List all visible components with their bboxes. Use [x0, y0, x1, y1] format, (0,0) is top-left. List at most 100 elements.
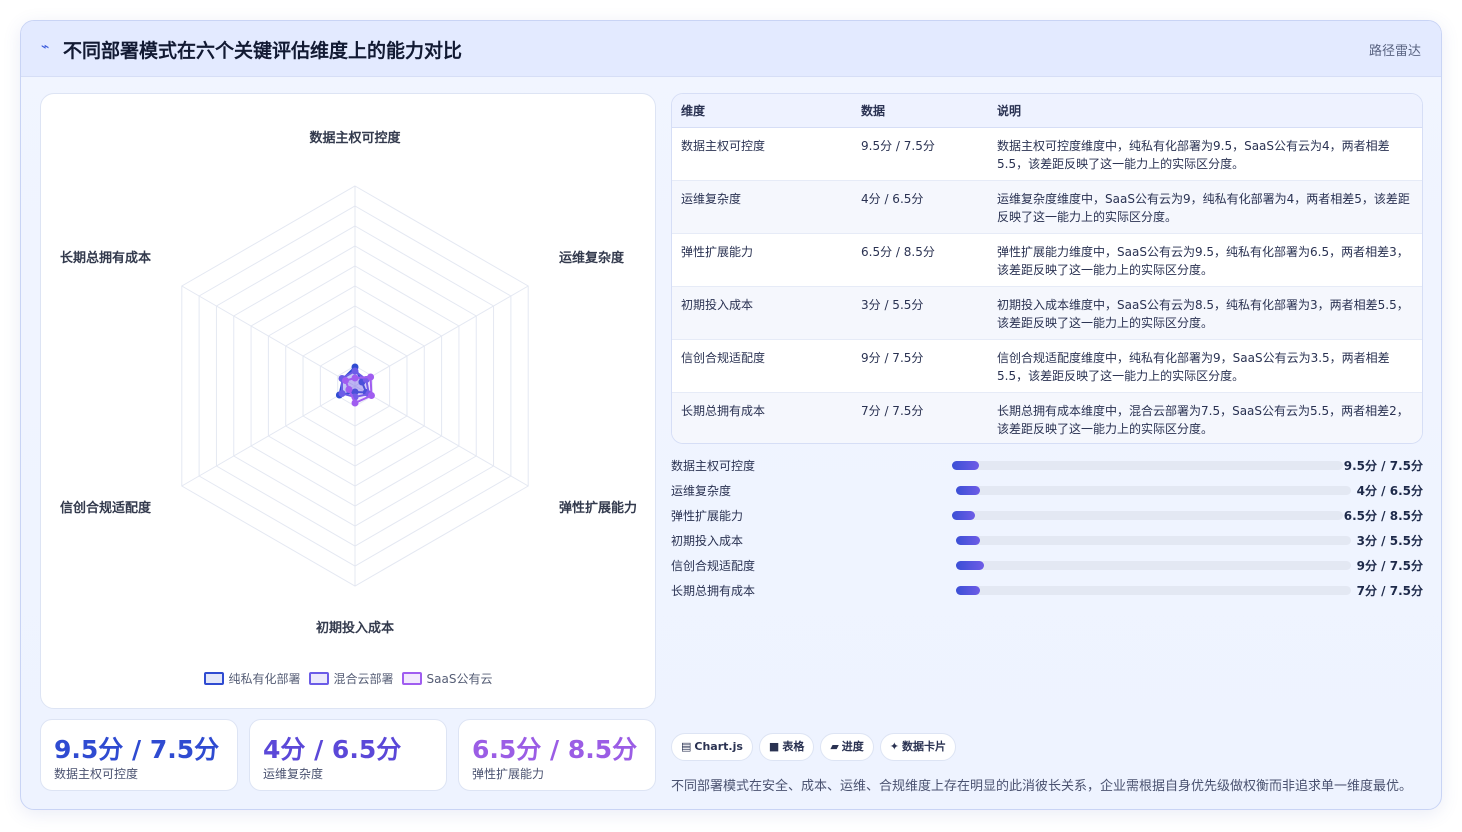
dimension-cell: 弹性扩展能力 — [672, 232, 852, 286]
description-cell: 数据主权可控度维度中，纯私有化部署为9.5，SaaS公有云为4，两者相差5.5，… — [988, 126, 1422, 180]
data-table-card: 维度 数据 说明 数据主权可控度 9.5分 / 7.5分 数据主权可控度维度中，纯私… — [671, 93, 1423, 444]
header-tag: 路径雷达 — [1368, 44, 1421, 59]
data-cell: 3分 / 5.5分 — [852, 285, 988, 339]
column-header: 维度 — [672, 94, 852, 128]
column-header: 数据 — [852, 94, 988, 128]
kpi-card: 6.5分 / 8.5分 弹性扩展能力 — [458, 719, 656, 791]
data-cell: 9分 / 7.5分 — [852, 338, 988, 392]
progress-fill — [956, 561, 984, 570]
page-title: 不同部署模式在六个关键评估维度上的能力对比 — [63, 40, 463, 62]
tech-chip: ▰ 进度 — [820, 733, 874, 761]
progress-row: 数据主权可控度 9.5分 / 7.5分 — [671, 455, 1423, 480]
description-cell: 运维复杂度维度中，SaaS公有云为9，纯私有化部署为4，两者相差5，该差距反映了… — [988, 179, 1422, 233]
progress-value: 9.5分 / 7.5分 — [1343, 459, 1423, 473]
legend-swatch — [401, 672, 422, 685]
table-row: 数据主权可控度 9.5分 / 7.5分 数据主权可控度维度中，纯私有化部署为9.5，… — [672, 126, 1422, 180]
table-icon: ■ — [768, 740, 780, 753]
data-cell: 7分 / 7.5分 — [852, 391, 988, 443]
axis-label: 数据主权可控度 — [309, 130, 401, 146]
description-cell: 弹性扩展能力维度中，SaaS公有云为9.5，纯私有化部署为6.5，两者相差3，该… — [988, 232, 1422, 286]
trend-line-icon: ⌁ — [41, 39, 50, 55]
legend-label: 混合云部署 — [333, 672, 394, 686]
progress-track — [956, 586, 1351, 595]
legend-label: SaaS公有云 — [426, 672, 493, 686]
description-cell: 长期总拥有成本维度中，混合云部署为7.5，SaaS公有云为5.5，两者相差2，该… — [988, 391, 1422, 443]
progress-label: 长期总拥有成本 — [671, 584, 756, 598]
legend-swatch — [203, 672, 224, 685]
axis-label: 运维复杂度 — [559, 250, 625, 266]
data-cell: 9.5分 / 7.5分 — [852, 126, 988, 180]
progress-track — [956, 561, 1351, 570]
description-cell: 初期投入成本维度中，SaaS公有云为8.5，纯私有化部署为3，两者相差5.5，该… — [988, 285, 1422, 339]
kpi-value: 6.5分 / 8.5分 — [472, 735, 638, 764]
legend-swatch — [308, 672, 329, 685]
column-header: 说明 — [988, 94, 1422, 128]
chart-legend: 纯私有化部署 混合云部署 SaaS公有云 — [41, 670, 655, 688]
axis-label: 初期投入成本 — [316, 620, 394, 636]
axis-label: 弹性扩展能力 — [559, 500, 637, 516]
chip-label: Chart.js — [694, 740, 743, 753]
progress-label: 信创合规适配度 — [671, 559, 756, 573]
data-point — [367, 392, 375, 399]
dimension-cell: 长期总拥有成本 — [672, 391, 852, 443]
radar-chart-card: 数据主权可控度运维复杂度弹性扩展能力初期投入成本 信创合规适配度 长期总拥有成本 纯… — [40, 93, 656, 709]
legend-item[interactable]: 纯私有化部署 — [203, 670, 301, 687]
progress-label: 弹性扩展能力 — [671, 509, 744, 523]
header-bar: ⌁ 不同部署模式在六个关键评估维度上的能力对比 路径雷达 — [21, 21, 1441, 77]
legend-label: 纯私有化部署 — [228, 672, 301, 686]
chip-label: 数据卡片 — [902, 740, 947, 753]
dimension-cell: 初期投入成本 — [672, 285, 852, 339]
axis-label: 长期总拥有成本 — [60, 250, 151, 266]
data-point — [351, 399, 359, 407]
progress-row: 运维复杂度 4分 / 6.5分 — [671, 480, 1423, 505]
progress-fill — [952, 461, 980, 470]
progress-row: 信创合规适配度 9分 / 7.5分 — [671, 555, 1423, 580]
progress-row: 弹性扩展能力 6.5分 / 8.5分 — [671, 505, 1423, 530]
progress-value: 9分 / 7.5分 — [1356, 559, 1423, 573]
progress-track — [952, 511, 1343, 520]
progress-track — [956, 486, 1351, 495]
data-point — [341, 377, 349, 384]
table-row: 初期投入成本 3分 / 5.5分 初期投入成本维度中，SaaS公有云为8.5，纯私有… — [672, 285, 1422, 339]
radar-chart: 数据主权可控度运维复杂度弹性扩展能力初期投入成本 信创合规适配度长期总拥有成本 — [60, 130, 637, 636]
progress-value: 7分 / 7.5分 — [1356, 584, 1423, 598]
progress-track — [956, 536, 1351, 545]
card-icon: ✦ — [889, 740, 900, 753]
chip-label: 进度 — [841, 740, 864, 753]
axis-label: 信创合规适配度 — [60, 500, 152, 516]
kpi-label: 弹性扩展能力 — [472, 767, 545, 781]
tech-chips: ▤ Chart.js ■ 表格 ▰ 进度 ✦ 数据卡片 — [671, 733, 962, 761]
kpi-card: 4分 / 6.5分 运维复杂度 — [249, 719, 447, 791]
kpi-value: 9.5分 / 7.5分 — [54, 735, 220, 764]
legend-item[interactable]: SaaS公有云 — [401, 670, 493, 687]
progress-fill — [956, 586, 980, 595]
kpi-value: 4分 / 6.5分 — [263, 735, 402, 764]
kpi-card: 9.5分 / 7.5分 数据主权可控度 — [40, 719, 238, 791]
table-row: 运维复杂度 4分 / 6.5分 运维复杂度维度中，SaaS公有云为9，纯私有化部署为… — [672, 179, 1422, 233]
progress-value: 4分 / 6.5分 — [1356, 484, 1423, 498]
table-row: 弹性扩展能力 6.5分 / 8.5分 弹性扩展能力维度中，SaaS公有云为9.5，纯… — [672, 232, 1422, 286]
progress-track — [952, 461, 1343, 470]
progress-fill — [956, 486, 980, 495]
dimension-cell: 数据主权可控度 — [672, 126, 852, 180]
progress-bars: 数据主权可控度 9.5分 / 7.5分运维复杂度 4分 / 6.5分 弹性扩展能力 6.… — [671, 455, 1423, 605]
data-point — [338, 390, 346, 397]
description-cell: 信创合规适配度维度中，纯私有化部署为9，SaaS公有云为3.5，两者相差5.5，… — [988, 338, 1422, 392]
data-point — [351, 374, 359, 382]
table-header-row: 维度 数据 说明 — [672, 94, 1422, 128]
data-point — [367, 373, 375, 381]
progress-row: 初期投入成本 3分 / 5.5分 — [671, 530, 1423, 555]
progress-fill — [952, 511, 976, 520]
summary-text: 不同部署模式在安全、成本、运维、合规维度上存在明显的此消彼长关系，企业需根据自身… — [671, 779, 1413, 794]
progress-label: 数据主权可控度 — [671, 459, 756, 473]
kpi-label: 运维复杂度 — [263, 767, 324, 781]
progress-value: 3分 / 5.5分 — [1356, 534, 1423, 548]
tech-chip: ✦ 数据卡片 — [879, 733, 957, 761]
progress-fill — [956, 536, 980, 545]
kpi-label: 数据主权可控度 — [54, 767, 139, 781]
chart-icon: ▤ — [681, 740, 692, 753]
legend-item[interactable]: 混合云部署 — [308, 670, 394, 687]
chip-label: 表格 — [782, 740, 805, 753]
progress-label: 初期投入成本 — [671, 534, 744, 548]
table-row: 长期总拥有成本 7分 / 7.5分 长期总拥有成本维度中，混合云部署为7.5，Saa… — [672, 391, 1422, 443]
